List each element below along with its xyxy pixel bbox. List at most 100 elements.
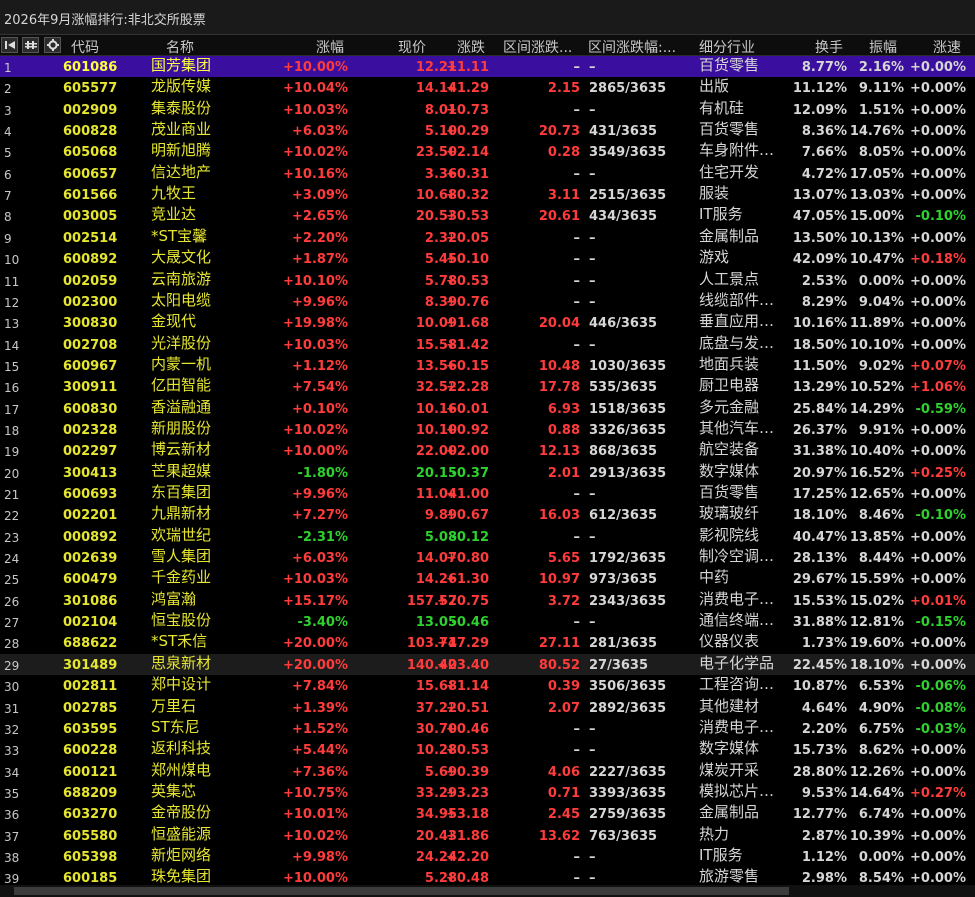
col-price[interactable]: 现价 (398, 37, 426, 57)
cell-amplitude: 9.02% (858, 358, 904, 374)
cell-name: 思泉新材 (151, 653, 212, 672)
table-row[interactable]: 24 002639 雪人集团 +6.03% 14.07 +0.80 5.65 1792/363… (0, 547, 975, 568)
cell-amplitude: 10.52% (849, 380, 904, 396)
col-industry[interactable]: 细分行业 (699, 37, 755, 57)
table-row[interactable]: 9 002514 *ST宝馨 +2.20% 2.32 +0.05– – 金属制品 13.50% 1… (0, 227, 975, 248)
cell-amplitude: 9.04% (858, 294, 904, 310)
table-row[interactable]: 11 002059 云南旅游 +10.10% 5.78 +0.53– – 人工景点 2.53% 0… (0, 270, 975, 291)
cell-turnover: 40.47% (792, 529, 847, 545)
table-row[interactable]: 13 300830 金现代 +19.98% 10.09 +1.68 20.04 446/363… (0, 312, 975, 333)
cell-range-rank: – (589, 102, 596, 118)
table-row[interactable]: 38 605398 新炬网络 +9.98% 24.24 +2.20– – IT服务 1.12% 0… (0, 846, 975, 867)
cell-speed: +0.00% (910, 316, 966, 332)
table-row[interactable]: 28 688622 *ST禾信 +20.00% 103.74 +17.29 27.11 281… (0, 632, 975, 653)
cell-range-change: 20.61 (538, 209, 580, 225)
table-row[interactable]: 19 002297 博云新材 +10.00% 22.00 +2.00 12.13 868/36… (0, 440, 975, 461)
cell-row-index: 32 (4, 722, 20, 737)
horizontal-scrollbar[interactable] (0, 885, 975, 897)
table-row[interactable]: 36 603270 金帝股份 +10.01% 34.95 +3.18 2.45 2759/36… (0, 803, 975, 824)
cell-name: 博云新材 (151, 440, 212, 459)
cell-change-pct: +0.10% (292, 401, 348, 417)
table-row[interactable]: 23 000892 欢瑞世纪 -2.31% 5.08 -0.12– – 影视院线 40.47% 1… (0, 526, 975, 547)
table-row[interactable]: 20 300413 芒果超媒 -1.80% 20.15 -0.37 2.01 2913/363… (0, 462, 975, 483)
cell-amplitude: 8.62% (858, 743, 904, 759)
cell-row-index: 30 (4, 680, 20, 695)
cell-amplitude: 15.02% (849, 593, 904, 609)
table-row[interactable]: 25 600479 千金药业 +10.03% 14.26 +1.30 10.97 973/36… (0, 568, 975, 589)
table-row[interactable]: 12 002300 太阳电缆 +9.96% 8.39 +0.76– – 线缆部件… 8.29% 9… (0, 291, 975, 312)
table-row[interactable]: 17 600830 香溢融通 +0.10% 10.16 +0.01 6.93 1518/363… (0, 398, 975, 419)
table-row[interactable]: 8 003005 竞业达 +2.65% 20.53 +0.53 20.61 434/3635 I… (0, 205, 975, 226)
col-amplitude[interactable]: 振幅 (869, 37, 897, 57)
cell-range-change: 2.07 (547, 700, 580, 716)
table-row[interactable]: 6 600657 信达地产 +10.16% 3.36 +0.31– – 住宅开发 4.72% 17… (0, 163, 975, 184)
col-range-change[interactable]: 区间涨跌... (503, 37, 572, 57)
cell-code: 301086 (63, 593, 118, 609)
col-code[interactable]: 代码 (71, 37, 99, 57)
col-change-pct[interactable]: 涨幅 (316, 37, 344, 57)
table-row[interactable]: 27 002104 恒宝股份 -3.40% 13.05 -0.46– – 通信终端… 31.88… (0, 611, 975, 632)
cell-speed: +0.00% (910, 551, 966, 567)
first-page-icon[interactable] (1, 37, 18, 53)
cell-name: ST东尼 (151, 717, 200, 736)
table-row[interactable]: 22 002201 九鼎新材 +7.27% 9.89 +0.67 16.03 612/3635… (0, 504, 975, 525)
cell-change-pct: +7.54% (292, 380, 348, 396)
cell-code: 002514 (63, 230, 118, 246)
cell-amplitude: 12.81% (849, 615, 904, 631)
table-row[interactable]: 35 688209 英集芯 +10.75% 33.29 +3.23 0.71 3393/363… (0, 782, 975, 803)
cell-change: +0.15 (446, 358, 489, 374)
cell-change: +0.39 (446, 764, 489, 780)
col-change[interactable]: 涨跌 (457, 37, 485, 57)
scrollbar-thumb[interactable] (14, 887, 789, 895)
table-row[interactable]: 2 605577 龙版传媒 +10.04% 14.14 +1.29 2.15 2865/363… (0, 77, 975, 98)
cell-speed: +0.00% (910, 230, 966, 246)
table-row[interactable]: 10 600892 大晟文化 +1.87% 5.45 +0.10– – 游戏 42.09% 10.… (0, 248, 975, 269)
table-row[interactable]: 14 002708 光洋股份 +10.03% 15.58 +1.42– – 底盘与发… 18.5… (0, 334, 975, 355)
table-row[interactable]: 26 301086 鸿富瀚 +15.17% 157.57 +20.75 3.72 2343/3… (0, 590, 975, 611)
cell-turnover: 15.73% (792, 743, 847, 759)
cell-change-pct: +9.96% (292, 487, 348, 502)
col-speed[interactable]: 涨速 (933, 37, 961, 57)
cell-amplitude: 14.64% (849, 785, 904, 801)
table-row[interactable]: 29 301489 思泉新材 +20.00% 140.40 +23.40 80.52 27/3… (0, 653, 975, 675)
table-row[interactable]: 33 600228 返利科技 +5.44% 10.28 +0.53– – 数字媒体 15.73%… (0, 739, 975, 760)
cell-code: 000892 (63, 529, 118, 545)
column-layout-icon[interactable] (22, 37, 39, 53)
cell-range-rank: – (589, 529, 596, 545)
table-row[interactable]: 16 300911 亿田智能 +7.54% 32.52 +2.28 17.78 535/363… (0, 376, 975, 397)
col-name[interactable]: 名称 (166, 37, 194, 57)
cell-range-change: 6.93 (547, 401, 580, 417)
cell-range-change: 10.48 (538, 358, 580, 374)
table-row[interactable]: 15 600967 内蒙一机 +1.12% 13.56 +0.15 10.48 1030/36… (0, 355, 975, 376)
cell-change: -0.12 (451, 529, 489, 545)
table-row[interactable]: 31 002785 万里石 +1.39% 37.22 +0.51 2.07 2892/3635… (0, 697, 975, 718)
table-row[interactable]: 5 605068 明新旭腾 +10.02% 23.50 +2.14 0.28 3549/363… (0, 141, 975, 162)
table-row[interactable]: 34 600121 郑州煤电 +7.36% 5.69 +0.39 4.06 2227/3635… (0, 761, 975, 782)
table-row[interactable]: 30 002811 郑中设计 +7.84% 15.68 +1.14 0.39 3506/363… (0, 675, 975, 696)
cell-change: +0.80 (446, 551, 489, 567)
table-row[interactable]: 37 605580 恒盛能源 +10.02% 20.43 +1.86 13.62 763/36… (0, 825, 975, 846)
cell-row-index: 2 (4, 82, 12, 97)
cell-range-rank: 763/3635 (589, 828, 658, 844)
cell-range-rank: 1792/3635 (589, 551, 667, 567)
cell-range-rank: – (589, 252, 596, 268)
cell-turnover: 8.77% (801, 60, 847, 75)
settings-gear-icon[interactable] (44, 37, 61, 53)
table-row[interactable]: 32 603595 ST东尼 +1.52% 30.70 +0.46– – 消费电子… 2.20%… (0, 718, 975, 739)
cell-turnover: 7.66% (801, 145, 847, 161)
table-row[interactable]: 21 600693 东百集团 +9.96% 11.04 +1.00– – 百货零售 17.25%… (0, 483, 975, 504)
table-row[interactable]: 4 600828 茂业商业 +6.03% 5.10 +0.29 20.73 431/3635 百… (0, 120, 975, 141)
cell-speed: +0.00% (910, 444, 966, 460)
col-range-rank[interactable]: 区间涨跌幅:... (588, 37, 676, 57)
table-row[interactable]: 3 002909 集泰股份 +10.03% 8.01 +0.73– – 有机硅 12.09% 1.… (0, 99, 975, 120)
col-turnover[interactable]: 换手 (815, 37, 843, 57)
table-row[interactable]: 1 601086 国芳集团 +10.00% 12.21 +1.11– – 百货零售 8.77% 2… (0, 56, 975, 77)
cell-speed: -0.06% (915, 679, 967, 695)
cell-range-rank: 27/3635 (589, 657, 649, 673)
cell-range-rank: 434/3635 (589, 209, 658, 225)
cell-change-pct: +2.65% (292, 209, 348, 225)
cell-name: 九鼎新材 (151, 504, 212, 523)
table-row[interactable]: 7 601566 九牧王 +3.09% 10.68 +0.32 3.11 2515/3635 服… (0, 184, 975, 205)
cell-change-pct: +6.03% (292, 124, 348, 140)
table-row[interactable]: 18 002328 新朋股份 +10.02% 10.10 +0.92 0.88 3326/36… (0, 419, 975, 440)
